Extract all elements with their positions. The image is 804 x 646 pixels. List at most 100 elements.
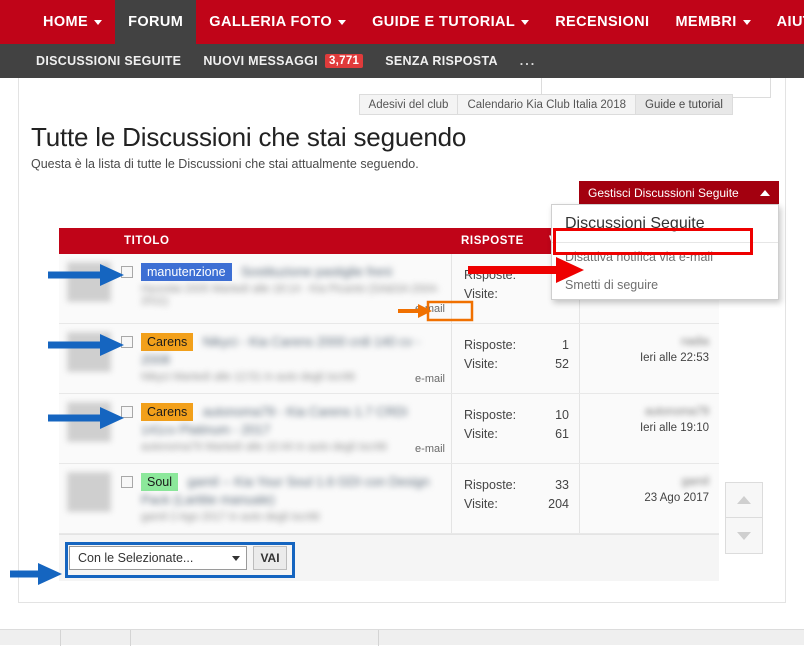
subnav-item-discussioni-seguite[interactable]: DISCUSSIONI SEGUITE: [36, 54, 181, 68]
menu-item-label: Disattiva notifica via e-mail: [565, 250, 713, 264]
new-messages-badge: 3,771: [324, 54, 364, 68]
thread-stats-cell: Risposte: 1 Visite: 52: [451, 324, 579, 393]
subnav-item-label: ...: [519, 54, 537, 68]
email-notification-tag: e-mail: [415, 373, 445, 385]
nav-item-label: GALLERIA FOTO: [209, 14, 333, 30]
bulk-action-select[interactable]: Con le Selezionate...: [69, 546, 247, 570]
thread-last-post-cell: autonoma79 Ieri alle 19:10: [579, 394, 719, 463]
title-block: Tutte le Discussioni che stai seguendo Q…: [31, 122, 466, 171]
thread-thumbnail-cell: [59, 394, 117, 463]
row-checkbox[interactable]: [121, 266, 133, 278]
thread-last-post-cell: gamil 23 Ago 2017: [579, 464, 719, 533]
chevron-down-icon: [742, 19, 751, 25]
table-row[interactable]: Carens Nikyci - Kia Carens 2000 crdi 140…: [59, 324, 719, 394]
bottom-status-strip: [0, 629, 804, 646]
row-checkbox[interactable]: [121, 406, 133, 418]
thread-thumbnail-cell: [59, 464, 117, 533]
thread-stats-cell: Risposte: 10 Visite: 61: [451, 394, 579, 463]
thread-title-link[interactable]: gamil -- Kia Your Soul 1.6 GDI con Desig…: [141, 474, 430, 507]
thread-meta: Hyundai 2005 Martedì alle 18:14 - Kia Pi…: [141, 283, 440, 307]
chevron-up-icon: [737, 496, 751, 504]
row-checkbox[interactable]: [121, 476, 133, 488]
last-post-user[interactable]: gamil: [590, 476, 709, 490]
nav-item-guide-e-tutorial[interactable]: GUIDE E TUTORIAL: [359, 0, 542, 44]
table-footer: Con le Selezionate... VAI: [59, 534, 719, 581]
nav-item-home[interactable]: HOME: [30, 0, 115, 44]
thread-meta: Nikyci Martedì alle 12:51 in auto degli …: [141, 371, 355, 383]
column-header-titolo: TITOLO: [124, 235, 170, 247]
replies-value: 33: [555, 478, 569, 492]
subnav-item-more[interactable]: ...: [520, 54, 536, 68]
thread-prefix-tag[interactable]: manutenzione: [141, 263, 232, 281]
thread-thumbnail: [67, 332, 111, 372]
table-row[interactable]: Carens autonoma79 - Kia Carens 1.7 CRDi …: [59, 394, 719, 464]
column-header-risposte: RISPOSTE: [461, 235, 524, 247]
tab-label: Adesivi del club: [368, 98, 449, 111]
go-button[interactable]: VAI: [253, 546, 287, 570]
breadcrumb-tabstrip: Adesivi del club Calendario Kia Club Ita…: [358, 88, 733, 115]
thread-prefix-tag[interactable]: Carens: [141, 333, 194, 351]
chevron-down-icon: [232, 555, 240, 561]
thread-last-post-cell: nadia Ieri alle 22:53: [579, 324, 719, 393]
nav-item-galleria-foto[interactable]: GALLERIA FOTO: [196, 0, 359, 44]
nav-item-label: HOME: [43, 14, 89, 30]
replies-label: Risposte:: [464, 478, 517, 492]
chevron-down-icon: [338, 19, 347, 25]
menu-item-smetti-di-seguire[interactable]: Smetti di seguire: [552, 271, 778, 299]
nav-item-label: AIUTO: [776, 14, 804, 30]
row-checkbox[interactable]: [121, 336, 133, 348]
nav-item-recensioni[interactable]: RECENSIONI: [542, 0, 662, 44]
thread-prefix-tag[interactable]: Soul: [141, 473, 179, 491]
thread-thumbnail: [67, 262, 111, 302]
thread-title-link[interactable]: Sostituzione pastiglie freni: [241, 264, 392, 279]
last-post-date: 23 Ago 2017: [644, 492, 709, 504]
thread-thumbnail: [67, 472, 111, 512]
scroll-down-button[interactable]: [725, 518, 763, 554]
manage-dropdown-menu: Discussioni Seguite Disattiva notifica v…: [551, 204, 779, 300]
table-row[interactable]: Soul gamil -- Kia Your Soul 1.6 GDI con …: [59, 464, 719, 534]
chevron-down-icon: [521, 19, 530, 25]
last-post-user[interactable]: autonoma79: [590, 406, 709, 420]
thread-thumbnail-cell: [59, 324, 117, 393]
last-post-user[interactable]: nadia: [590, 336, 709, 350]
thread-title-cell: Carens autonoma79 - Kia Carens 1.7 CRDi …: [117, 394, 451, 463]
go-button-label: VAI: [260, 551, 280, 565]
page-container: Adesivi del club Calendario Kia Club Ita…: [18, 76, 786, 603]
tab-label: Calendario Kia Club Italia 2018: [467, 98, 626, 111]
tab-calendario-kia-club-italia-2018[interactable]: Calendario Kia Club Italia 2018: [458, 94, 636, 115]
nav-item-label: FORUM: [128, 14, 184, 30]
tab-guide-e-tutorial[interactable]: Guide e tutorial: [636, 88, 733, 115]
thread-prefix-tag[interactable]: Carens: [141, 403, 194, 421]
scroll-up-button[interactable]: [725, 482, 763, 518]
views-value: 52: [555, 357, 569, 371]
subnav-item-senza-risposta[interactable]: SENZA RISPOSTA: [385, 54, 498, 68]
chevron-down-icon: [94, 19, 103, 25]
replies-label: Risposte:: [464, 268, 517, 282]
subnav-item-nuovi-messaggi[interactable]: NUOVI MESSAGGI 3,771: [203, 54, 364, 68]
chevron-down-icon: [737, 531, 751, 540]
thread-title-cell: manutenzione Sostituzione pastiglie fren…: [117, 254, 451, 323]
manage-followed-threads-button[interactable]: Gestisci Discussioni Seguite: [579, 181, 779, 205]
strip-divider: [378, 630, 379, 646]
menu-item-disattiva-notifica-email[interactable]: Disattiva notifica via e-mail: [552, 243, 778, 271]
views-label: Visite:: [464, 287, 498, 301]
last-post-date: Ieri alle 22:53: [639, 352, 709, 364]
thread-meta: autonoma79 Martedì alle 10:44 in auto de…: [141, 441, 387, 453]
strip-divider: [130, 630, 131, 646]
dropdown-menu-title: Discussioni Seguite: [552, 205, 778, 243]
email-notification-tag: e-mail: [415, 303, 445, 315]
thread-title-cell: Carens Nikyci - Kia Carens 2000 crdi 140…: [117, 324, 451, 393]
nav-item-label: GUIDE E TUTORIAL: [372, 14, 516, 30]
menu-item-label: Smetti di seguire: [565, 278, 659, 292]
nav-item-forum[interactable]: FORUM: [115, 0, 197, 44]
nav-item-aiuto[interactable]: AIUTO: [764, 0, 804, 44]
nav-item-label: RECENSIONI: [555, 14, 650, 30]
tab-adesivi-del-club[interactable]: Adesivi del club: [358, 94, 459, 115]
manage-followed-threads-dropdown: Gestisci Discussioni Seguite Discussioni…: [551, 181, 779, 300]
thread-thumbnail-cell: [59, 254, 117, 323]
views-label: Visite:: [464, 427, 498, 441]
nav-item-membri[interactable]: MEMBRI: [662, 0, 763, 44]
sub-navbar: DISCUSSIONI SEGUITE NUOVI MESSAGGI 3,771…: [0, 44, 804, 78]
page-subtitle: Questa è la lista di tutte le Discussion…: [31, 157, 419, 171]
thread-meta: gamil 2 Ago 2017 in auto degli iscritti: [141, 511, 320, 523]
